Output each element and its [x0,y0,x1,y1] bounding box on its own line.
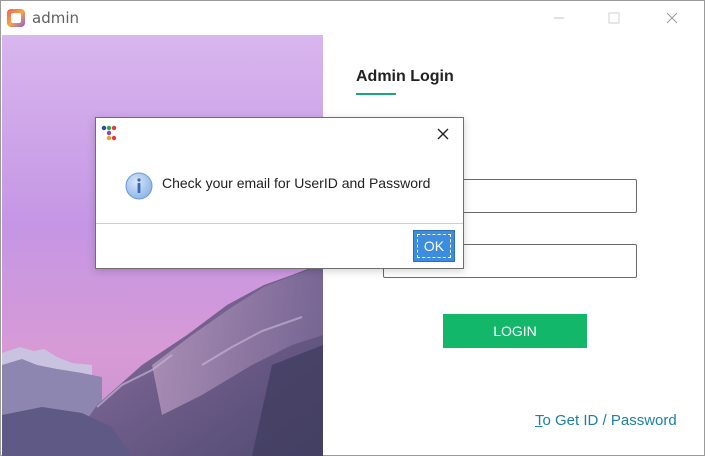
close-button[interactable] [649,1,695,35]
maximize-icon [608,12,620,24]
close-icon [666,12,678,24]
message-dialog: Check your email for UserID and Password… [95,117,464,269]
maximize-button[interactable] [591,1,637,35]
window-title: admin [32,9,79,27]
info-icon [125,172,153,200]
link-mnemonic: T [535,412,543,429]
dialog-message: Check your email for UserID and Password [162,175,431,191]
login-heading: Admin Login [356,68,454,85]
dialog-divider [96,223,463,224]
minimize-button[interactable] [536,1,582,35]
heading-underline [356,93,396,95]
ok-button[interactable]: OK [413,230,455,262]
minimize-icon [554,17,564,19]
focus-ring [417,234,451,258]
dialog-close-button[interactable] [432,123,454,145]
login-button[interactable]: LOGIN [443,314,587,348]
dialog-close-icon [437,128,449,140]
title-bar[interactable]: admin [1,1,704,35]
dialog-app-icon [101,125,117,141]
link-text: o Get ID / Password [542,412,677,429]
get-id-password-link[interactable]: To Get ID / Password [535,412,677,429]
app-logo-icon [7,9,25,27]
